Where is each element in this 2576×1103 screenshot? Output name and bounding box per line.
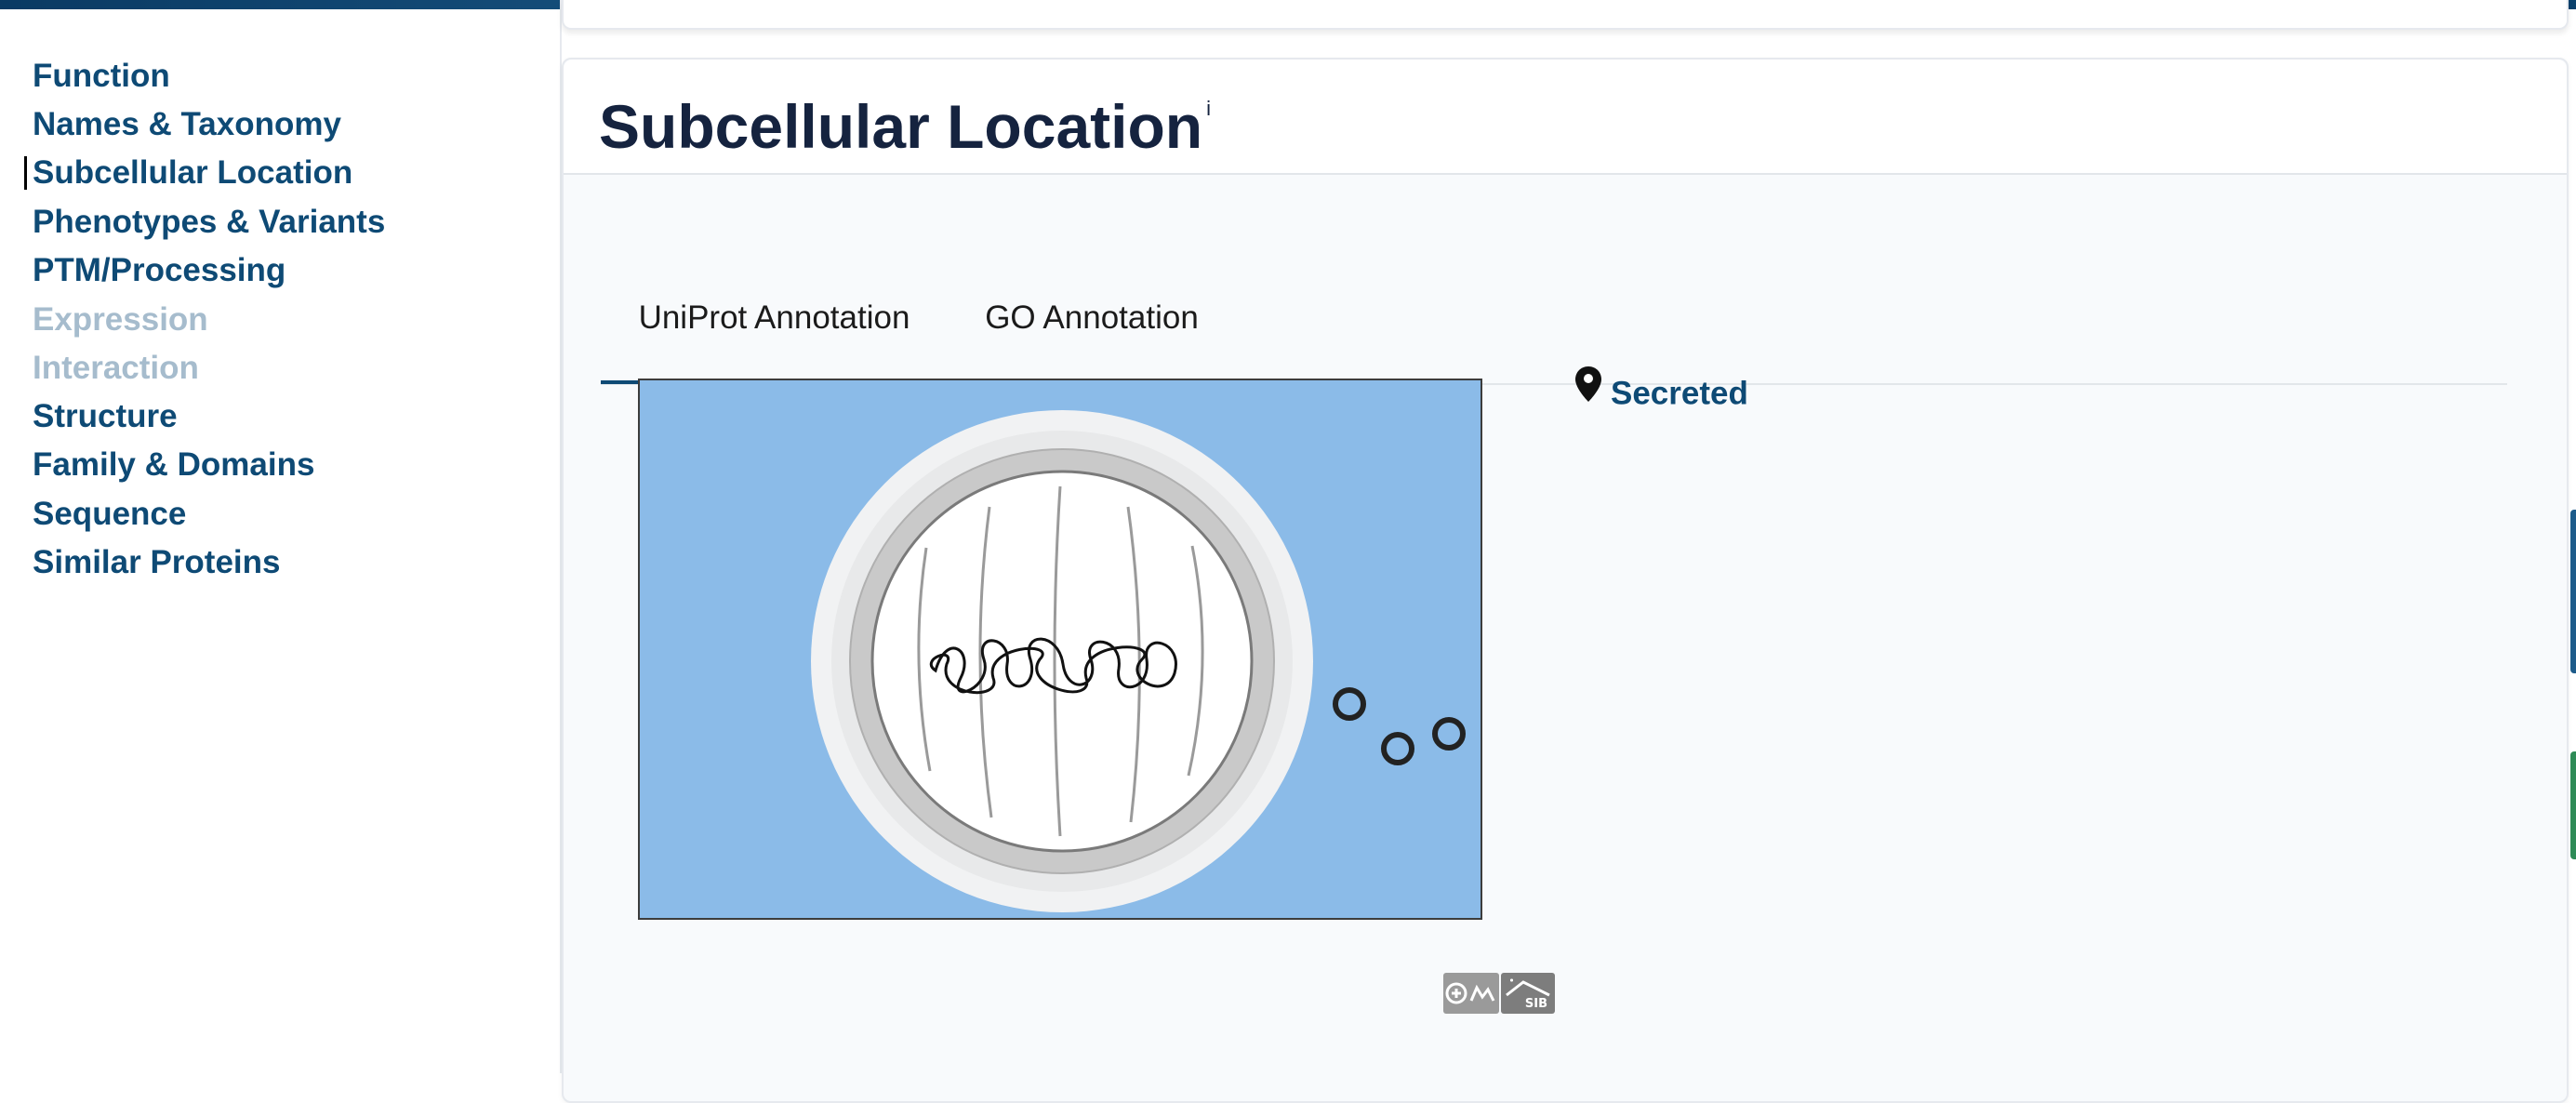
tab-uniprot-annotation[interactable]: UniProt Annotation bbox=[601, 281, 948, 385]
sidebar-item-sequence[interactable]: Sequence bbox=[33, 486, 186, 542]
info-icon[interactable]: i bbox=[1206, 97, 1211, 120]
map-marker-icon bbox=[1575, 366, 1601, 421]
sidebar-item-ptm-processing[interactable]: PTM/Processing bbox=[33, 243, 285, 299]
section-title-text: Subcellular Location bbox=[599, 92, 1203, 161]
sib-swissprot-logo[interactable] bbox=[1443, 973, 1499, 1014]
annotation-tabs: UniProt Annotation GO Annotation bbox=[601, 208, 2507, 385]
sib-logo[interactable]: SIB bbox=[1501, 973, 1555, 1014]
sidebar-item-interaction: Interaction bbox=[33, 350, 199, 386]
cell-diagram-svg bbox=[640, 380, 1481, 918]
card-header: Subcellular Location i bbox=[564, 60, 2567, 175]
tab-go-annotation[interactable]: GO Annotation bbox=[948, 281, 1236, 385]
attribution-logos: SIB bbox=[1443, 973, 1555, 1014]
sidebar-item-subcellular-location[interactable]: Subcellular Location bbox=[23, 145, 352, 201]
previous-section-card bbox=[562, 0, 2569, 30]
sidebar-item-family-domains[interactable]: Family & Domains bbox=[33, 437, 314, 493]
location-label: Secreted bbox=[1611, 375, 1748, 412]
sidebar-item-names-taxonomy[interactable]: Names & Taxonomy bbox=[33, 97, 341, 153]
sidebar-item-phenotypes-variants[interactable]: Phenotypes & Variants bbox=[33, 194, 385, 250]
sidebar-item-structure[interactable]: Structure bbox=[33, 389, 178, 445]
location-entry-secreted[interactable]: Secreted bbox=[1575, 366, 1748, 413]
right-edge-tab-blue[interactable] bbox=[2570, 510, 2576, 673]
right-edge-tab-green[interactable] bbox=[2570, 751, 2576, 859]
cell-diagram bbox=[638, 379, 1482, 920]
sidebar-item-expression: Expression bbox=[33, 301, 208, 338]
section-title: Subcellular Location i bbox=[599, 91, 1211, 162]
sidebar-item-function[interactable]: Function bbox=[33, 48, 170, 104]
sidebar-item-similar-proteins[interactable]: Similar Proteins bbox=[33, 535, 280, 591]
tab-go-annotation-label: GO Annotation bbox=[985, 299, 1199, 336]
subcellular-location-card: Subcellular Location i UniProt Annotation… bbox=[562, 58, 2569, 1103]
sib-logo-text: SIB bbox=[1524, 997, 1547, 1011]
tab-uniprot-annotation-label: UniProt Annotation bbox=[638, 299, 910, 336]
